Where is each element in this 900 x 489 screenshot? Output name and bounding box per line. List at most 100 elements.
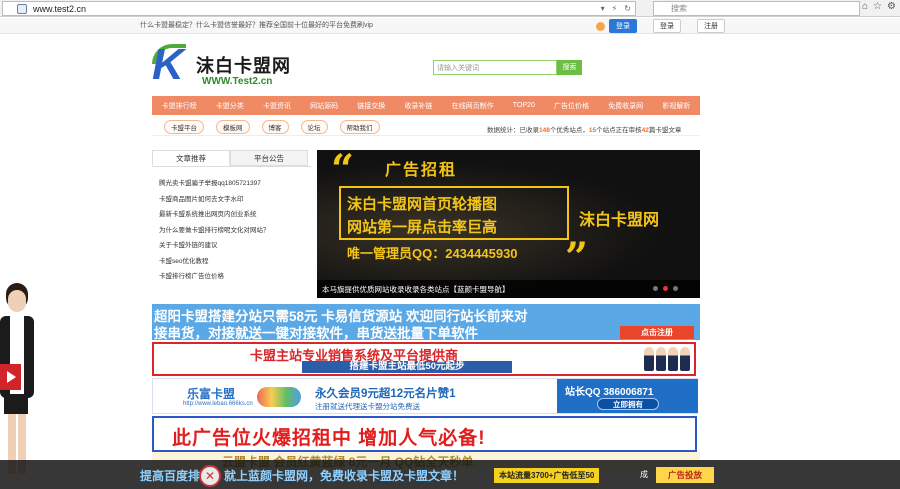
quote-close-icon: ” <box>565 234 589 281</box>
register-button[interactable]: 注册 <box>697 19 725 33</box>
subnav-item[interactable]: 博客 <box>261 119 289 134</box>
tab-announcements[interactable]: 平台公告 <box>230 150 308 166</box>
carousel-line2: 网站第一屏点击率巨高 <box>347 219 498 236</box>
carousel-caption[interactable]: 本马旗提供优质网站收录收录各类站点【蓝颜卡盟导航】 <box>322 284 510 295</box>
bottom-float-bar: 提高百度排名，就上蓝颜卡盟网，免费收录卡盟及卡盟文章！ 本站流量3700+广告低… <box>0 460 900 489</box>
account-area: 登录 登录 注册 <box>596 19 725 33</box>
nav-item[interactable]: 免费收录网 <box>608 101 643 111</box>
nav-item[interactable]: 卡盟资讯 <box>263 101 291 111</box>
stats-pending-count: 15 <box>588 127 597 134</box>
subnav-item[interactable]: 论坛 <box>300 119 328 134</box>
star-icon[interactable]: ☆ <box>873 1 882 12</box>
banner-logo-url: http://www.lebao.666ks.cn <box>183 401 253 407</box>
ad-banner-system[interactable]: 卡盟主站专业销售系统及平台提供商 搭建卡盟主站最低50元起步 <box>152 342 696 376</box>
lightning-icon[interactable]: ⚡ <box>612 4 618 13</box>
window-controls: ⌂ ☆ ⚙ <box>862 1 896 12</box>
subnav-item[interactable]: 帮助我们 <box>339 119 380 134</box>
ad-carousel[interactable]: “ 广告招租 沫白卡盟网首页轮播图 网站第一屏点击率巨高 唯一管理员QQ：243… <box>317 150 700 298</box>
nav-item[interactable]: 链接交换 <box>357 101 385 111</box>
panel-tabs: 文章推荐 平台公告 <box>152 150 312 167</box>
carousel-dot[interactable] <box>673 286 678 291</box>
own-now-button[interactable]: 立即拥有 <box>597 398 659 410</box>
banner-line: 接串货，对接就送一键对接软件，串货送批量下单软件 <box>154 326 478 341</box>
carousel-line1: 沫白卡盟网首页轮播图 <box>347 196 498 213</box>
carousel-title: 广告招租 <box>385 162 458 179</box>
list-item[interactable]: 为什么要做卡盟排行榜呢文化对网站？ <box>152 224 312 240</box>
logo-name: 沫白卡盟网 <box>196 56 291 76</box>
ad-banner-lefu[interactable]: 乐富卡盟 http://www.lebao.666ks.cn 永久会员9元超12… <box>152 378 698 414</box>
url-text: www.test2.cn <box>33 3 87 14</box>
nav-item[interactable]: TOP20 <box>513 102 535 109</box>
carousel-dots <box>653 286 678 291</box>
carousel-qq: 唯一管理员QQ：2434445930 <box>347 246 518 261</box>
banner-contact-box: 站长QQ 386006871 立即拥有 <box>557 379 698 413</box>
nav-item[interactable]: 网站源码 <box>310 101 338 111</box>
banner-logo: 乐富卡盟 <box>187 387 236 401</box>
banner-people-image <box>644 347 690 371</box>
site-topbar: 什么卡盟最稳定？什么卡盟信誉最好？推荐全国前十位最好的平台免费刷vip 登录 登… <box>0 18 900 34</box>
site-search-button[interactable]: 搜索 <box>557 60 582 75</box>
stats-text: 篇卡盟文章 <box>648 127 682 134</box>
banner-line: 注册就送代理送卡盟分站免费送 <box>315 402 420 411</box>
nav-item[interactable]: 影视解析 <box>662 101 690 111</box>
login-button[interactable]: 登录 <box>653 19 681 33</box>
nav-item[interactable]: 广告位价格 <box>554 101 589 111</box>
tab-articles[interactable]: 文章推荐 <box>152 150 230 166</box>
carousel-brand: 沫白卡盟网 <box>579 212 660 229</box>
nav-item[interactable]: 卡盟排行榜 <box>162 101 197 111</box>
ad-banner-chaoyang[interactable]: 超阳卡盟搭建分站只需58元 卡易信货源站 欢迎同行站长前来对 接串货，对接就送一… <box>152 304 700 341</box>
list-item[interactable]: 关于卡盟外链的建议 <box>152 239 312 255</box>
stats-text: 个站点正在审核 <box>596 127 642 134</box>
close-icon[interactable]: ✕ <box>199 465 221 487</box>
gear-icon[interactable]: ⚙ <box>887 1 896 12</box>
carousel-dot-active[interactable] <box>663 286 668 291</box>
play-icon[interactable] <box>0 364 21 390</box>
quick-login-button[interactable]: 登录 <box>609 19 637 33</box>
article-list: 腾光卖卡盟骗子举报qq1805721397 卡盟商品图片如何去文字水印 最新卡盟… <box>152 167 312 286</box>
site-shield-icon <box>17 3 27 14</box>
subnav-item[interactable]: 模板网 <box>216 119 250 134</box>
user-avatar-icon <box>596 21 605 31</box>
ad-placement-button[interactable]: 广告投放 <box>656 467 714 483</box>
main-nav: 卡盟排行榜 卡盟分类 卡盟资讯 网站源码 链接交换 收录补链 在线网页制作 TO… <box>152 96 700 115</box>
banner-qq: 站长QQ 386006871 <box>565 387 654 398</box>
address-bar[interactable]: www.test2.cn ▾ ⚡ ↻ <box>2 1 636 16</box>
top-notice[interactable]: 什么卡盟最稳定？什么卡盟信誉最好？推荐全国前十位最好的平台免费刷vip <box>140 20 373 30</box>
stats-sites-count: 148 <box>539 127 550 134</box>
carousel-dot[interactable] <box>653 286 658 291</box>
search-placeholder: 搜索 <box>671 4 687 13</box>
logo-domain: WWW.Test2.cn <box>202 76 273 87</box>
logo-k-icon: K <box>152 40 184 89</box>
nav-item[interactable]: 收录补链 <box>404 101 432 111</box>
list-item[interactable]: 最新卡盟系统推出网页内创业系统 <box>152 208 312 224</box>
stats-text: 个优秀站点， <box>549 127 589 134</box>
browser-search-box[interactable]: 搜索 <box>653 1 860 16</box>
subnav-item[interactable]: 卡盟平台 <box>164 119 204 134</box>
banner-line: 此广告位火爆招租中 增加人气必备! <box>172 428 486 449</box>
list-item[interactable]: 卡盟排行榜广告位价格 <box>152 270 312 286</box>
browser-toolbar: www.test2.cn ▾ ⚡ ↻ 搜索 ⌂ ☆ ⚙ <box>0 0 900 17</box>
bottom-promo-text[interactable]: 提高百度排名，就上蓝颜卡盟网，免费收录卡盟及卡盟文章！ <box>140 467 464 484</box>
register-now-button[interactable]: 点击注册 <box>620 326 694 339</box>
birds-image <box>257 387 301 407</box>
refresh-icon[interactable]: ↻ <box>624 4 631 13</box>
dropdown-icon[interactable]: ▾ <box>601 4 605 13</box>
site-search-input[interactable]: 请输入关键词 <box>433 60 557 75</box>
banner-line: 搭建卡盟主站最低50元起步 <box>302 361 512 373</box>
nav-item[interactable]: 在线网页制作 <box>452 101 494 111</box>
home-icon[interactable]: ⌂ <box>862 1 868 12</box>
ad-banner-for-rent[interactable]: 此广告位火爆招租中 增加人气必备! <box>152 416 697 452</box>
stats-articles-count: 42 <box>641 127 649 134</box>
address-actions: ▾ ⚡ ↻ <box>601 4 631 13</box>
list-item[interactable]: 卡盟商品图片如何去文字水印 <box>152 193 312 209</box>
stats-prefix: 数据统计：已收录 <box>487 127 539 134</box>
carousel-frame: 沫白卡盟网首页轮播图 网站第一屏点击率巨高 <box>339 186 569 240</box>
list-item[interactable]: 腾光卖卡盟骗子举报qq1805721397 <box>152 177 312 193</box>
banner-line: 永久会员9元超12元名片赞1 <box>315 388 456 400</box>
site-stats: 数据统计：已收录148个优秀站点，15个站点正在审核42篇卡盟文章 <box>487 124 681 134</box>
carousel-caption-bar: 本马旗提供优质网站收录收录各类站点【蓝颜卡盟导航】 <box>317 280 700 298</box>
nav-item[interactable]: 卡盟分类 <box>216 101 244 111</box>
site-logo[interactable]: K 沫白卡盟网 WWW.Test2.cn <box>152 42 292 92</box>
traffic-badge: 本站流量3700+广告低至50 <box>494 468 600 483</box>
list-item[interactable]: 卡盟seo优化教程 <box>152 255 312 271</box>
